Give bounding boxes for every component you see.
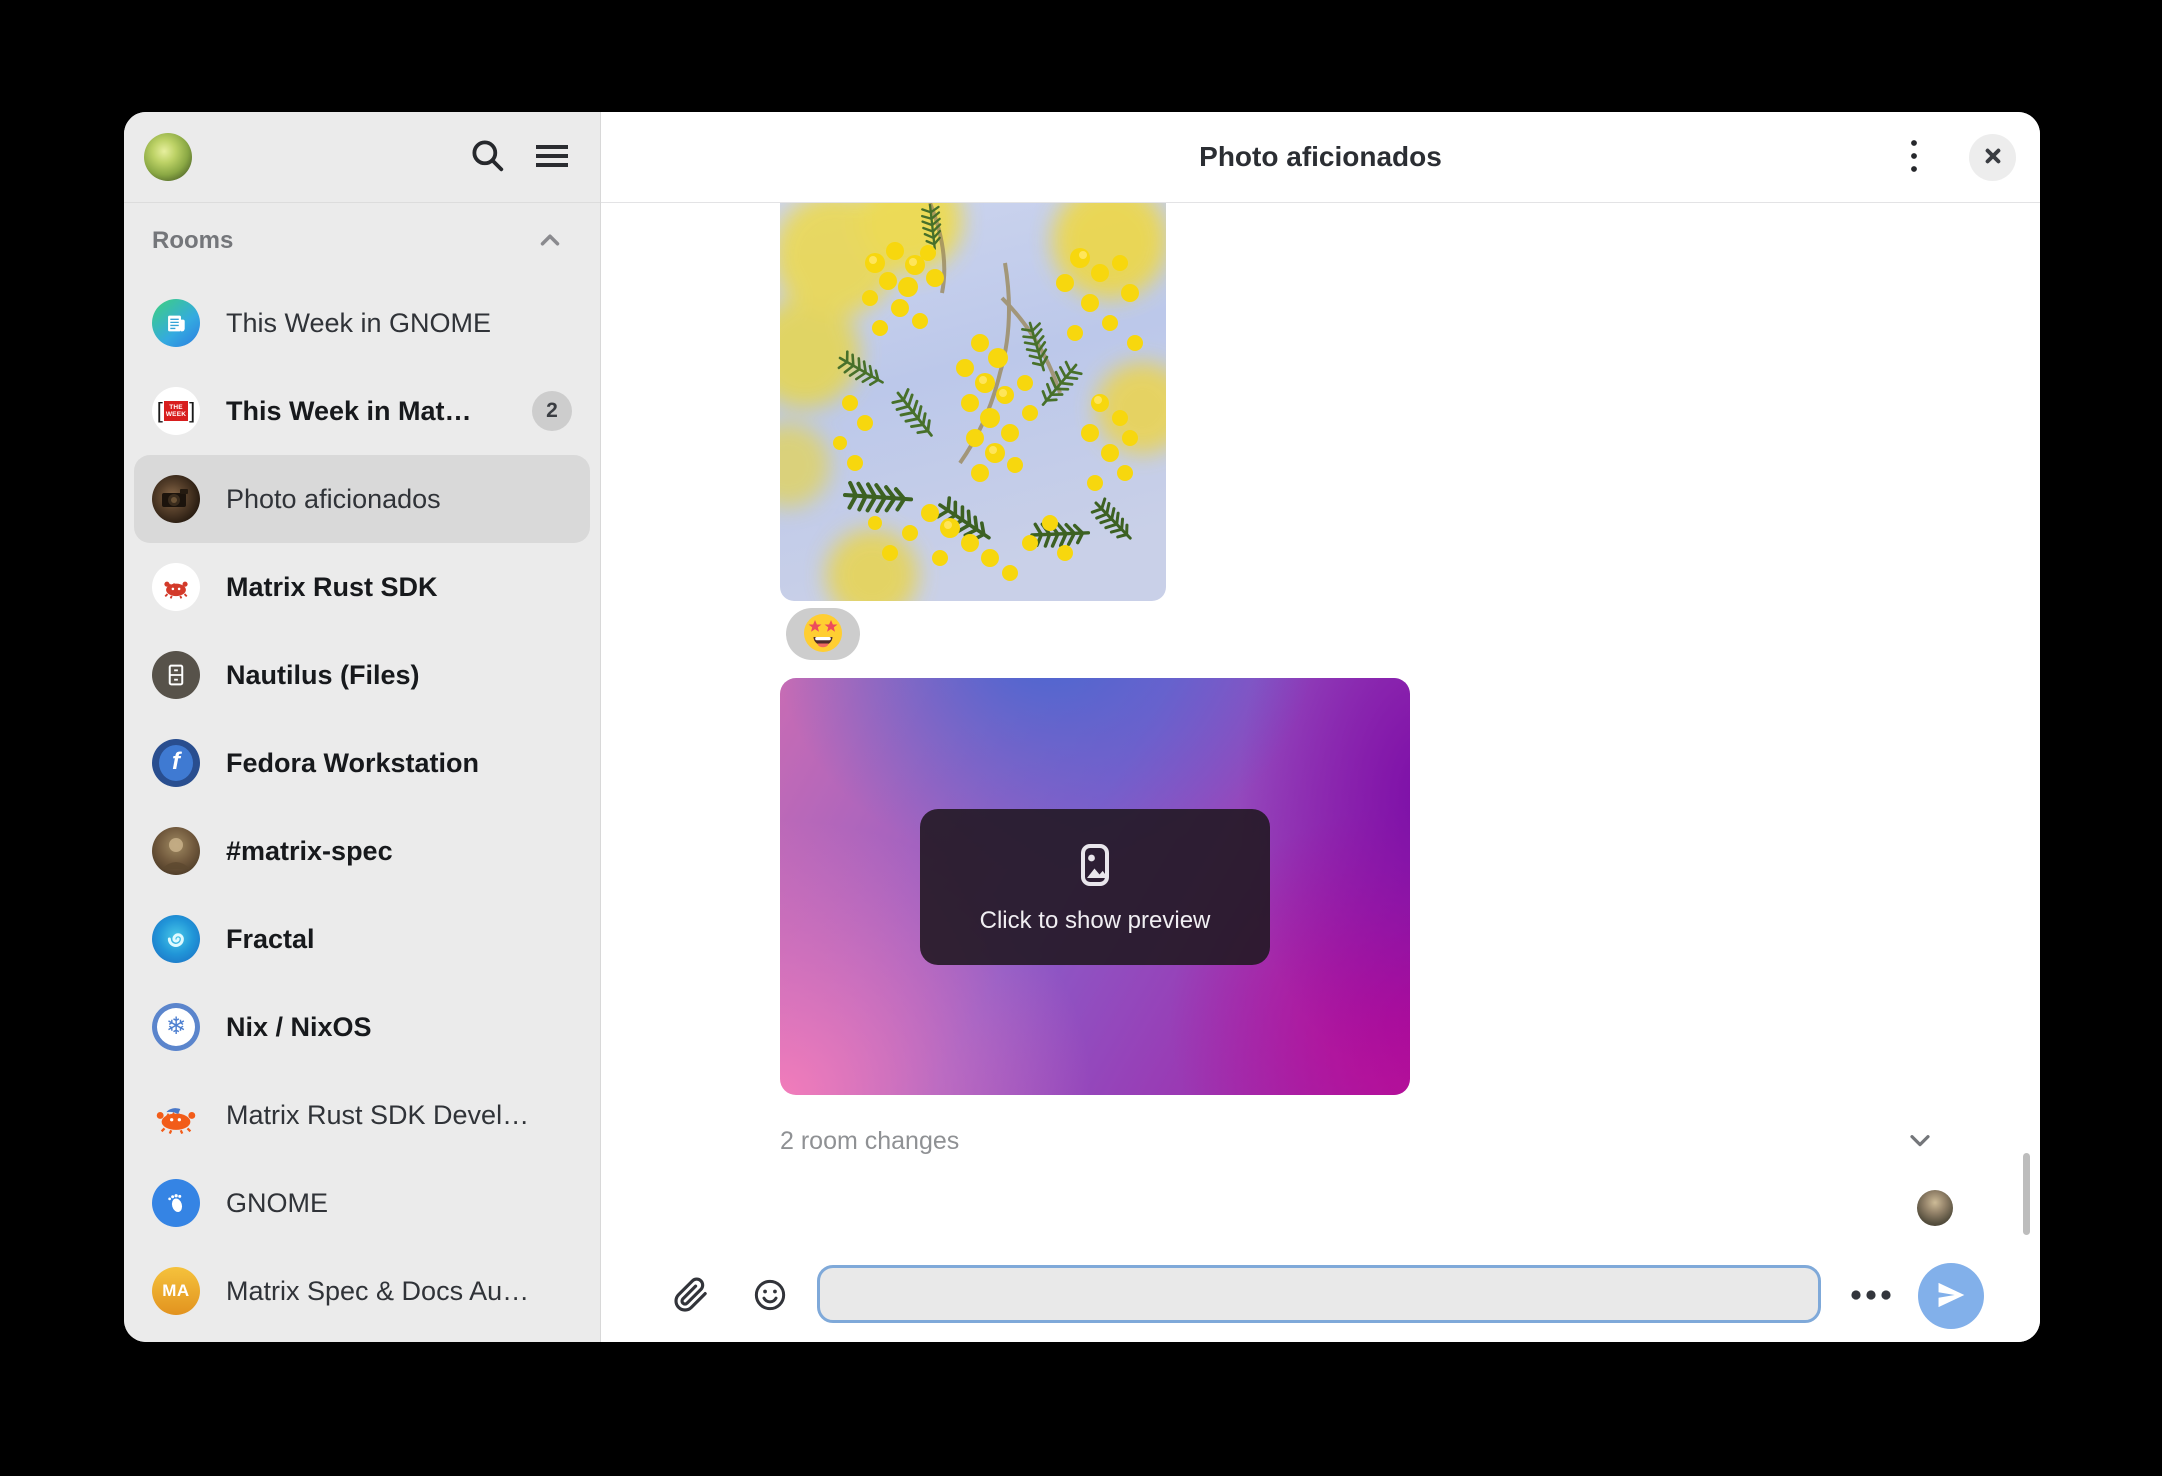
rooms-section-label: Rooms: [152, 227, 530, 255]
room-item-this-week-in-mat[interactable]: [ THEWEEK ] This Week in Mat… 2: [134, 367, 590, 455]
room-item-gnome[interactable]: GNOME: [134, 1159, 590, 1247]
search-icon: [469, 137, 507, 178]
ellipsis-icon: [1850, 1289, 1892, 1304]
room-title: Photo aficionados: [1199, 141, 1442, 173]
show-preview-label: Click to show preview: [980, 907, 1211, 935]
room-label: Matrix Rust SDK Devel…: [226, 1100, 572, 1131]
room-item-matrix-spec[interactable]: #matrix-spec: [134, 807, 590, 895]
send-message-button[interactable]: [1918, 1263, 1984, 1329]
collapse-rooms-button[interactable]: [530, 221, 570, 261]
show-preview-card[interactable]: Click to show preview: [920, 809, 1270, 965]
file-cabinet-icon: [152, 651, 200, 699]
room-item-matrix-spec-docs-au[interactable]: MA Matrix Spec & Docs Au…: [134, 1247, 590, 1335]
room-label: This Week in Mat…: [226, 396, 506, 427]
initials-avatar: MA: [152, 1267, 200, 1315]
close-icon: [1980, 143, 2006, 172]
vintage-camera-photo: [152, 475, 200, 523]
unread-badge: 2: [532, 391, 572, 431]
main-menu-button[interactable]: [530, 135, 574, 179]
chevron-down-icon: [1904, 1124, 1936, 1159]
sidebar: Rooms This Week in GNOME [ THEWEEK ]This…: [124, 112, 601, 1342]
room-label: Fractal: [226, 924, 572, 955]
close-window-button[interactable]: [1969, 134, 2016, 181]
chat-pane: Photo aficionados: [601, 112, 2040, 1342]
room-item-fedora-workstation[interactable]: f Fedora Workstation: [134, 719, 590, 807]
room-item-nix-nixos[interactable]: ❄ Nix / NixOS: [134, 983, 590, 1071]
more-options-button[interactable]: [1849, 1274, 1893, 1318]
ferris-crab-icon: [152, 563, 200, 611]
room-label: Nix / NixOS: [226, 1012, 572, 1043]
room-item-matrix-rust-sdk[interactable]: Matrix Rust SDK: [134, 543, 590, 631]
smiley-icon: [752, 1277, 788, 1316]
reaction-star-struck[interactable]: [786, 608, 860, 660]
room-label: This Week in GNOME: [226, 308, 572, 339]
message-input[interactable]: [817, 1265, 1821, 1323]
user-avatar[interactable]: [144, 133, 192, 181]
room-label: Photo aficionados: [226, 484, 572, 515]
kebab-menu-icon: [1909, 138, 1919, 177]
room-label: GNOME: [226, 1188, 572, 1219]
room-label: Fedora Workstation: [226, 748, 572, 779]
search-button[interactable]: [466, 135, 510, 179]
room-item-matrix-rust-sdk-devel[interactable]: Matrix Rust SDK Devel…: [134, 1071, 590, 1159]
read-receipt-avatar[interactable]: [1917, 1190, 1953, 1226]
room-label: Matrix Rust SDK: [226, 572, 572, 603]
image-placeholder-icon: [1068, 838, 1122, 897]
timeline-scrollbar[interactable]: [2023, 1153, 2030, 1235]
star-struck-emoji-icon: [803, 613, 843, 656]
emoji-picker-button[interactable]: [748, 1274, 792, 1318]
room-changes-row: 2 room changes: [780, 1115, 1942, 1167]
ferris-with-cap-icon: [152, 1091, 200, 1139]
paperclip-icon: [673, 1277, 709, 1316]
fedora-logo-icon: f: [152, 739, 200, 787]
image-message-flowers[interactable]: [780, 203, 1166, 601]
room-list: This Week in GNOME [ THEWEEK ] This Week …: [124, 279, 600, 1342]
room-item-fractal[interactable]: Fractal: [134, 895, 590, 983]
room-item-nautilus-files[interactable]: Nautilus (Files): [134, 631, 590, 719]
mimosa-photo: [780, 203, 1166, 601]
app-window: Rooms This Week in GNOME [ THEWEEK ]This…: [124, 112, 2040, 1342]
person-photo: [152, 827, 200, 875]
expand-room-changes-button[interactable]: [1898, 1119, 1942, 1163]
rooms-section-header: Rooms: [124, 203, 600, 279]
hamburger-menu-icon: [534, 142, 570, 173]
room-label: Nautilus (Files): [226, 660, 572, 691]
the-week-logo: [ THEWEEK ]: [152, 387, 200, 435]
send-plane-icon: [1934, 1278, 1968, 1315]
composer: [601, 1240, 2040, 1342]
newspaper-gradient-icon: [152, 299, 200, 347]
chevron-up-icon: [535, 225, 565, 258]
room-label: Matrix Spec & Docs Au…: [226, 1276, 572, 1307]
nix-snowflake-icon: ❄: [152, 1003, 200, 1051]
room-menu-button[interactable]: [1894, 135, 1934, 179]
hidden-media-message[interactable]: Click to show preview: [780, 678, 1410, 1095]
gnome-foot-icon: [152, 1179, 200, 1227]
fractal-spiral-icon: [152, 915, 200, 963]
attach-file-button[interactable]: [669, 1274, 713, 1318]
room-item-photo-aficionados[interactable]: Photo aficionados: [134, 455, 590, 543]
room-label: #matrix-spec: [226, 836, 572, 867]
chat-header: Photo aficionados: [601, 112, 2040, 203]
room-item-this-week-in-gnome[interactable]: This Week in GNOME: [134, 279, 590, 367]
room-changes-label: 2 room changes: [780, 1127, 1898, 1156]
message-timeline: Click to show preview 2 room changes: [601, 203, 2040, 1240]
sidebar-header: [124, 112, 600, 203]
